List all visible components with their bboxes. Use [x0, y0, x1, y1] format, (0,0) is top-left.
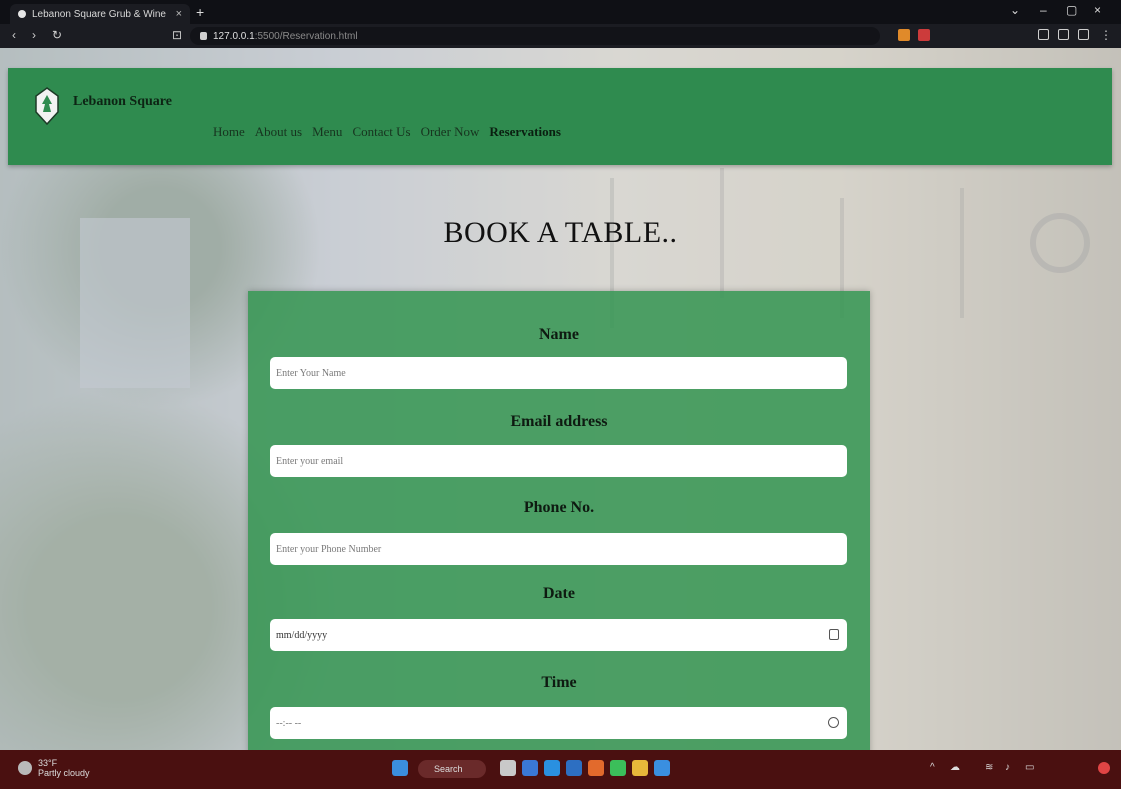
site-info-icon[interactable] [200, 32, 207, 40]
url-field[interactable]: 127.0.0.1 :5500/Reservation.html [190, 27, 880, 45]
time-label: Time [541, 674, 577, 691]
nav-link-about[interactable]: About us [255, 124, 302, 140]
phone-placeholder: Enter your Phone Number [276, 543, 382, 555]
wallet-icon[interactable] [1078, 29, 1089, 40]
search-label: Search [434, 764, 463, 774]
wifi-icon[interactable]: ≋ [985, 762, 993, 773]
calendar-icon[interactable] [829, 629, 839, 640]
email-label: Email address [510, 413, 608, 430]
restaurant-logo-icon[interactable] [34, 86, 60, 126]
brave-shield-icon[interactable] [898, 29, 910, 41]
email-placeholder: Enter your email [276, 455, 344, 467]
site-navbar: Lebanon Square Home About us Menu Contac… [8, 68, 1112, 165]
brand-name[interactable]: Lebanon Square [73, 94, 172, 110]
rewards-icon[interactable] [918, 29, 930, 41]
email-input[interactable]: Enter your email [270, 445, 847, 477]
clock-icon[interactable] [828, 717, 839, 728]
brave-icon[interactable] [588, 760, 604, 776]
minimize-icon[interactable]: – [1040, 3, 1047, 17]
os-taskbar: 33°F Partly cloudy Search ^ ☁ ≋ ♪ ▭ [0, 750, 1121, 789]
name-label: Name [539, 326, 579, 343]
booking-form: Name Enter Your Name Email address Enter… [248, 291, 870, 750]
menu-icon[interactable]: ⋮ [1100, 28, 1112, 42]
file-explorer-icon[interactable] [632, 760, 648, 776]
name-input[interactable]: Enter Your Name [270, 357, 847, 389]
nav-links: Home About us Menu Contact Us Order Now … [213, 124, 561, 140]
maximize-icon[interactable]: ▢ [1066, 3, 1077, 17]
mail-icon[interactable] [566, 760, 582, 776]
onedrive-icon[interactable]: ☁ [950, 762, 960, 773]
notification-icon[interactable] [1098, 762, 1110, 774]
date-input[interactable]: mm/dd/yyyy [270, 619, 847, 651]
system-clock[interactable] [1075, 758, 1077, 768]
battery-icon[interactable]: ▭ [1025, 762, 1034, 773]
whatsapp-icon[interactable] [610, 760, 626, 776]
new-tab-icon[interactable]: + [196, 4, 204, 20]
close-window-icon[interactable]: × [1094, 3, 1101, 17]
back-icon[interactable]: ‹ [12, 28, 16, 42]
browser-tab[interactable]: Lebanon Square Grub & Wine × [10, 4, 190, 24]
nav-link-order[interactable]: Order Now [421, 124, 480, 140]
nav-link-home[interactable]: Home [213, 124, 245, 140]
time-placeholder: --:-- -- [276, 717, 302, 729]
url-host: 127.0.0.1 [213, 30, 255, 42]
page-title: BOOK A TABLE.. [443, 216, 678, 249]
weather-widget[interactable]: 33°F Partly cloudy [18, 758, 90, 778]
vscode-icon[interactable] [544, 760, 560, 776]
chevron-down-icon[interactable]: ⌄ [1010, 3, 1020, 17]
url-path: :5500/Reservation.html [254, 30, 358, 42]
volume-icon[interactable]: ♪ [1005, 762, 1010, 773]
app-icon[interactable] [654, 760, 670, 776]
weather-temp: 33°F [38, 758, 58, 768]
tab-title: Lebanon Square Grub & Wine [32, 8, 166, 20]
sidebar-icon[interactable] [1058, 29, 1069, 40]
bookmark-icon[interactable]: ⊡ [172, 28, 182, 42]
date-label: Date [543, 585, 575, 602]
forward-icon[interactable]: › [32, 28, 36, 42]
weather-icon [18, 761, 32, 775]
tray-chevron-icon[interactable]: ^ [930, 762, 935, 773]
taskbar-search[interactable]: Search [418, 760, 486, 778]
browser-tab-strip: Lebanon Square Grub & Wine × + ⌄ – ▢ × [0, 0, 1121, 24]
nav-link-menu[interactable]: Menu [312, 124, 342, 140]
date-placeholder: mm/dd/yyyy [276, 629, 328, 641]
start-icon[interactable] [392, 760, 408, 776]
close-tab-icon[interactable]: × [176, 8, 182, 20]
phone-input[interactable]: Enter your Phone Number [270, 533, 847, 565]
extensions-icon[interactable] [1038, 29, 1049, 40]
reload-icon[interactable]: ↻ [52, 28, 62, 42]
chat-icon[interactable] [522, 760, 538, 776]
nav-link-reservations[interactable]: Reservations [489, 124, 561, 140]
time-input[interactable]: --:-- -- [270, 707, 847, 739]
task-view-icon[interactable] [500, 760, 516, 776]
page-viewport: Lebanon Square Home About us Menu Contac… [0, 48, 1121, 750]
weather-desc: Partly cloudy [38, 768, 90, 778]
nav-link-contact[interactable]: Contact Us [352, 124, 410, 140]
phone-label: Phone No. [523, 499, 595, 516]
name-placeholder: Enter Your Name [276, 367, 346, 379]
favicon-icon [18, 10, 26, 18]
address-bar: ‹ › ↻ ⊡ 127.0.0.1 :5500/Reservation.html… [0, 24, 1121, 48]
